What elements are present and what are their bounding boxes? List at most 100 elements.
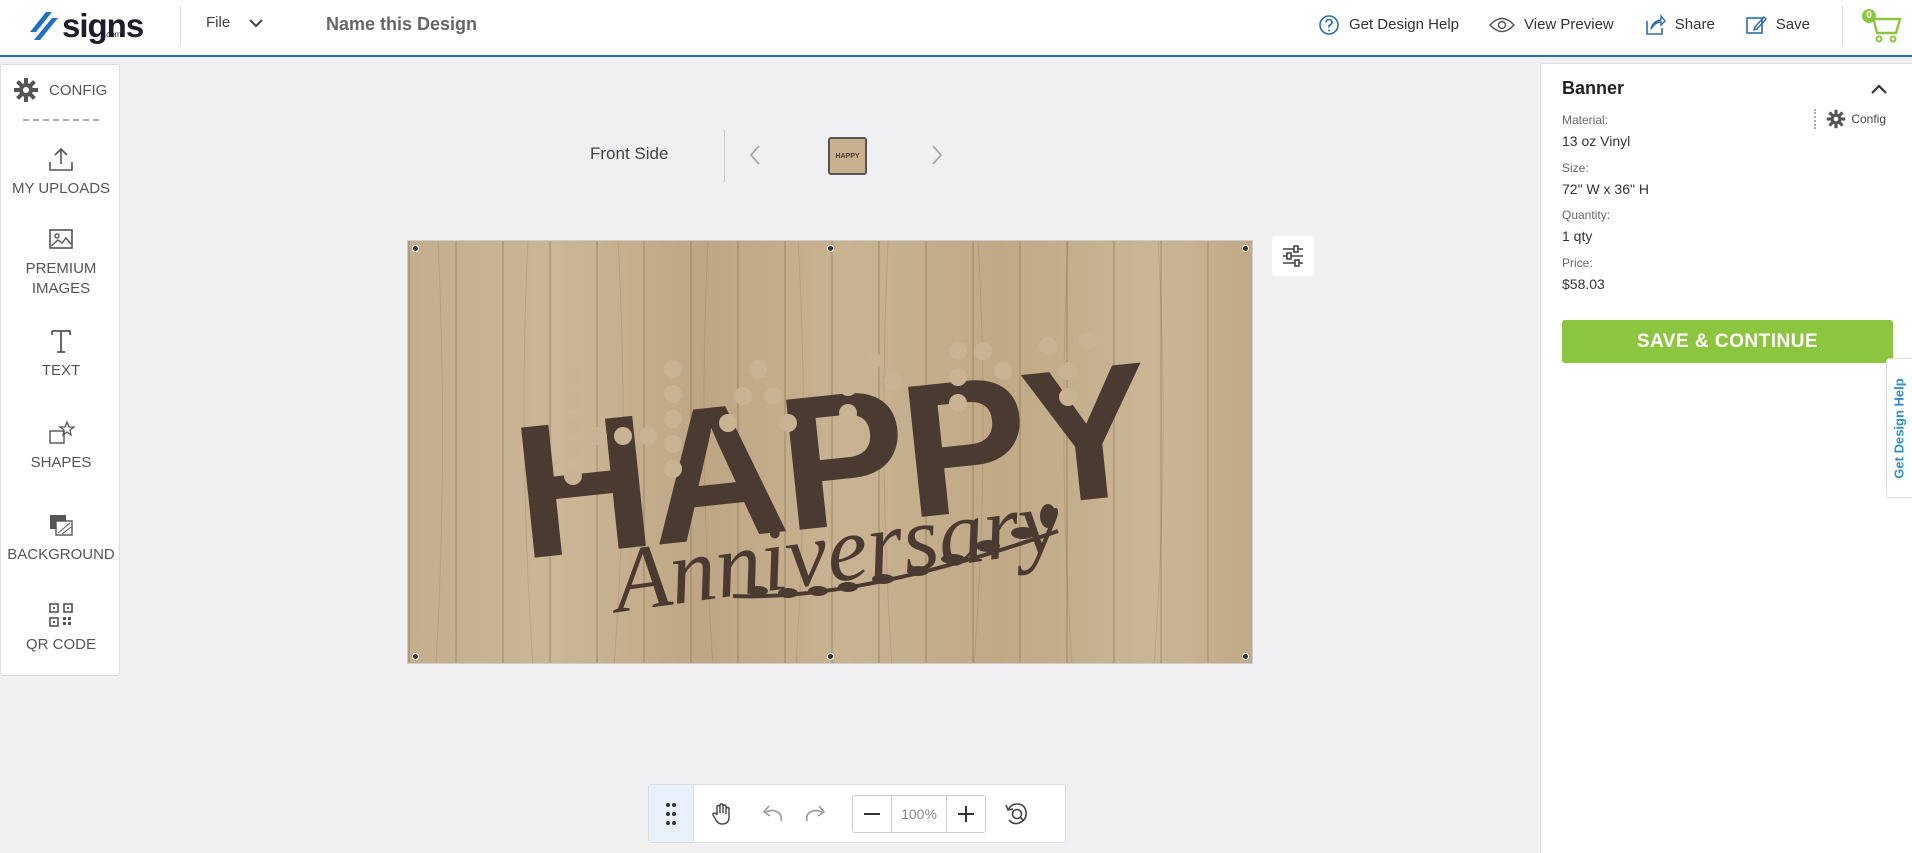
save-icon bbox=[1745, 15, 1767, 34]
zoom-level: 100% bbox=[891, 795, 947, 832]
signs-logo[interactable]: signs bbox=[28, 7, 144, 44]
undo-icon bbox=[762, 804, 783, 821]
header-actions: Get Design Help View Preview Share Save bbox=[1318, 0, 1810, 49]
side-label: Front Side bbox=[590, 144, 669, 163]
save-label: Save bbox=[1775, 16, 1810, 33]
sidebar-item-my-uploads[interactable]: MY UPLOADS bbox=[1, 145, 121, 199]
sliders-icon bbox=[1283, 245, 1303, 267]
side-nav-divider bbox=[724, 130, 725, 182]
get-design-help-label: Get Design Help bbox=[1348, 16, 1459, 33]
help-tab-label: Get Design Help bbox=[1892, 377, 1908, 479]
sidebar-item-label: TEXT bbox=[41, 362, 81, 379]
spec-price-label: Price: bbox=[1562, 256, 1593, 270]
sidebar-item-label: QR CODE bbox=[25, 636, 96, 653]
view-preview-button[interactable]: View Preview bbox=[1489, 16, 1614, 34]
resize-handle-top-left[interactable] bbox=[412, 245, 419, 252]
image-icon bbox=[49, 229, 73, 249]
sidebar-item-label: SHAPES bbox=[30, 454, 92, 471]
sidebar-item-shapes[interactable]: SHAPES bbox=[1, 419, 121, 473]
zoom-in-button[interactable] bbox=[947, 796, 985, 832]
redo-icon bbox=[805, 804, 826, 821]
product-title: Banner bbox=[1562, 78, 1625, 98]
logo-sub: .com bbox=[104, 30, 122, 39]
sidebar-item-text[interactable]: TEXT bbox=[1, 327, 121, 381]
view-preview-label: View Preview bbox=[1524, 16, 1614, 33]
spec-price-value: $58.03 bbox=[1562, 276, 1605, 292]
sidebar-item-qr-code[interactable]: QR CODE bbox=[1, 601, 121, 655]
resize-handle-bottom-center[interactable] bbox=[827, 653, 834, 660]
chevron-down-icon bbox=[249, 18, 263, 27]
resize-handle-top-center[interactable] bbox=[827, 245, 834, 252]
sidebar-item-background[interactable]: BACKGROUND bbox=[1, 511, 121, 565]
get-design-help-tab[interactable]: Get Design Help bbox=[1886, 358, 1912, 498]
share-button[interactable]: Share bbox=[1644, 13, 1715, 36]
product-config-label: Config bbox=[1851, 112, 1886, 126]
undo-button[interactable] bbox=[750, 785, 794, 842]
app-header: signs .com File Name this Design Get Des… bbox=[0, 0, 1912, 57]
gear-icon bbox=[14, 78, 38, 102]
cart-button[interactable]: 0 bbox=[1842, 6, 1902, 46]
share-label: Share bbox=[1674, 16, 1715, 33]
save-and-continue-button[interactable]: SAVE & CONTINUE bbox=[1562, 320, 1893, 363]
sidebar-item-label: MY UPLOADS bbox=[11, 180, 111, 197]
get-design-help-button[interactable]: Get Design Help bbox=[1318, 14, 1459, 36]
sidebar-item-label: BACKGROUND bbox=[7, 546, 115, 563]
save-button[interactable]: Save bbox=[1745, 14, 1810, 36]
chevron-left-icon bbox=[749, 145, 760, 165]
sidebar-config-label: CONFIG bbox=[49, 81, 108, 99]
spec-quantity-value: 1 qty bbox=[1562, 228, 1593, 244]
canvas-adjust-button[interactable] bbox=[1272, 236, 1314, 276]
product-config-button[interactable]: Config bbox=[1814, 109, 1886, 129]
upload-icon bbox=[49, 147, 73, 171]
cart-count-badge: 0 bbox=[1862, 9, 1876, 23]
zoom-control: 100% bbox=[852, 794, 986, 833]
tools-sidebar: CONFIG MY UPLOADS PREMIUM IMAGES TEXT SH… bbox=[0, 64, 120, 676]
gear-icon bbox=[1827, 109, 1846, 129]
logo-text: signs bbox=[62, 7, 144, 44]
thumbnail-text: HAPPY bbox=[835, 152, 860, 160]
design-canvas[interactable]: HAPPY Anniversary bbox=[407, 240, 1253, 664]
help-circle-icon bbox=[1319, 14, 1339, 35]
resize-handle-bottom-right[interactable] bbox=[1242, 653, 1249, 660]
file-menu-label: File bbox=[206, 14, 231, 31]
drag-dots-icon bbox=[666, 802, 676, 825]
zoom-out-button[interactable] bbox=[853, 796, 891, 832]
sidebar-dashed-divider bbox=[23, 119, 99, 121]
canvas-toolbar: 100% bbox=[648, 784, 1066, 843]
logo-mark-icon bbox=[30, 12, 58, 40]
plus-icon bbox=[958, 805, 974, 822]
file-menu[interactable]: File bbox=[206, 14, 264, 31]
toolbar-drag-handle[interactable] bbox=[649, 785, 694, 842]
resize-handle-bottom-left[interactable] bbox=[412, 653, 419, 660]
text-icon bbox=[51, 330, 71, 353]
sidebar-item-premium-images[interactable]: PREMIUM IMAGES bbox=[1, 225, 121, 299]
collapse-panel-button[interactable] bbox=[1870, 82, 1888, 100]
design-name-input[interactable]: Name this Design bbox=[326, 14, 477, 35]
sidebar-item-label: PREMIUM IMAGES bbox=[25, 260, 97, 297]
spec-quantity-label: Quantity: bbox=[1562, 208, 1611, 222]
resize-handle-top-right[interactable] bbox=[1242, 245, 1249, 252]
eye-icon bbox=[1489, 17, 1515, 32]
shapes-icon bbox=[49, 420, 75, 444]
reset-view-button[interactable] bbox=[986, 785, 1046, 842]
happy-anniversary-artwork[interactable]: HAPPY Anniversary bbox=[408, 241, 1253, 664]
prev-side-button[interactable] bbox=[748, 144, 762, 171]
spec-material-label: Material: bbox=[1562, 113, 1609, 127]
product-panel: Banner Config Material: 13 oz Vinyl Size… bbox=[1540, 63, 1912, 853]
pan-tool-button[interactable] bbox=[694, 785, 750, 842]
background-icon bbox=[50, 515, 73, 536]
chevron-right-icon bbox=[932, 145, 943, 165]
next-side-button[interactable] bbox=[930, 144, 944, 171]
spec-material-value: 13 oz Vinyl bbox=[1562, 133, 1631, 149]
share-icon bbox=[1645, 13, 1666, 35]
hand-icon bbox=[712, 802, 730, 825]
spec-size-label: Size: bbox=[1562, 161, 1589, 175]
redo-button[interactable] bbox=[794, 785, 838, 842]
qr-code-icon bbox=[49, 603, 73, 627]
reset-zoom-icon bbox=[1005, 802, 1027, 824]
header-divider bbox=[180, 6, 181, 46]
chevron-up-icon bbox=[1871, 84, 1887, 94]
side-thumbnail[interactable]: HAPPY bbox=[828, 137, 867, 175]
spec-size-value: 72" W x 36" H bbox=[1562, 181, 1649, 197]
sidebar-config-button[interactable]: CONFIG bbox=[13, 77, 107, 103]
